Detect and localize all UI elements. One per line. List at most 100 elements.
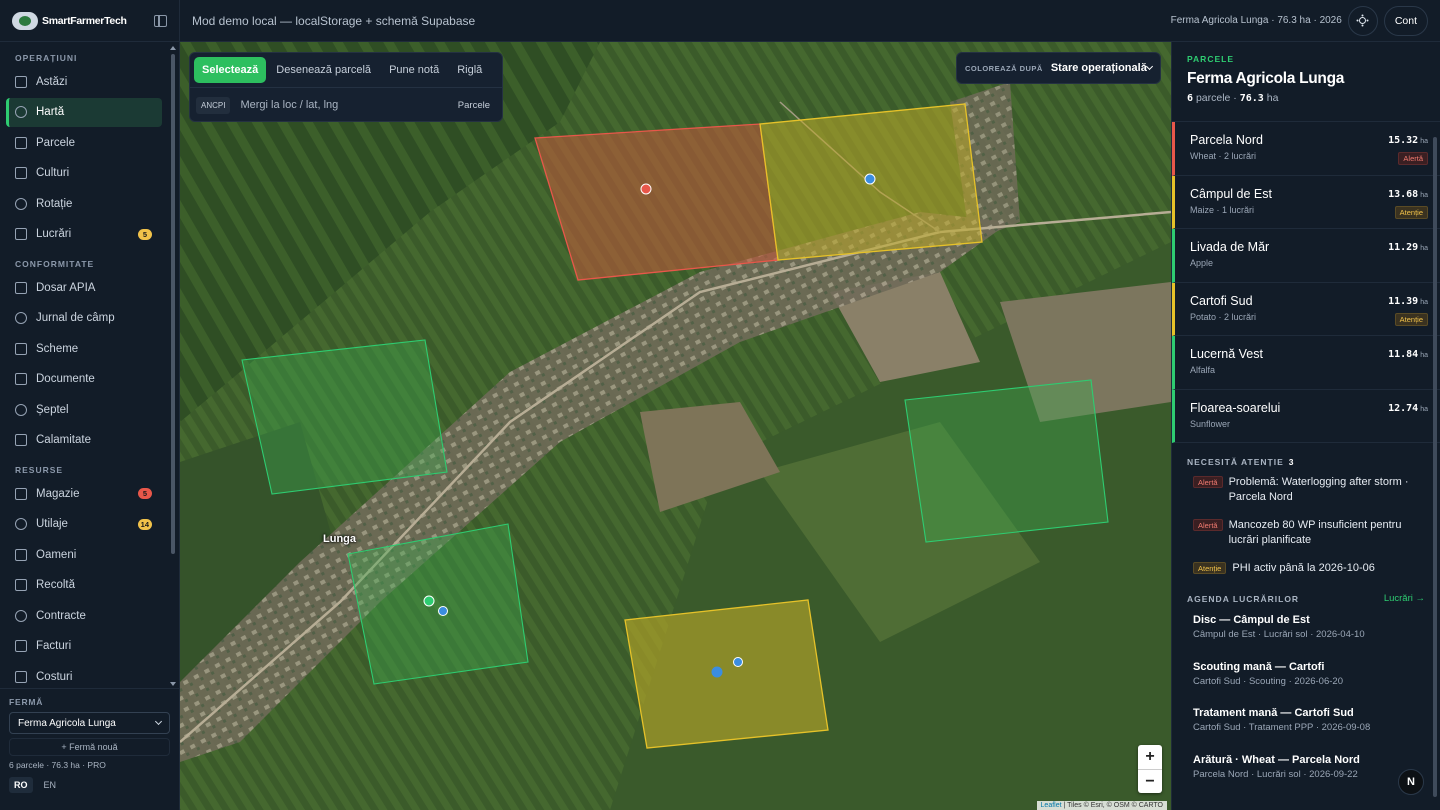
sidebar-item-coins[interactable]: Costuri bbox=[6, 662, 162, 686]
attention-item[interactable]: Alertă Problemă: Waterlogging after storm… bbox=[1172, 475, 1440, 505]
lang-en-button[interactable]: EN bbox=[39, 777, 62, 793]
tool-add-note-button[interactable]: Pune notă bbox=[381, 57, 447, 83]
map-view[interactable]: Selectează Desenează parcelă Pune notă R… bbox=[180, 42, 1171, 810]
zoom-in-button[interactable]: + bbox=[1138, 745, 1162, 769]
zoom-out-button[interactable]: − bbox=[1138, 769, 1162, 793]
sidebar-item-map[interactable]: Hartă bbox=[6, 97, 162, 127]
attention-item[interactable]: Atenție PHI activ până la 2026-10-06 bbox=[1172, 561, 1440, 576]
agenda-item-subtitle: Cartofi Sud · Tratament PPP · 2026-09-08 bbox=[1193, 722, 1371, 733]
status-badge: Atenție bbox=[1193, 562, 1227, 574]
sidebar-item-label: Contracte bbox=[36, 609, 86, 622]
farm-stats: 6 parcele · 76.3 ha · PRO bbox=[9, 760, 106, 770]
parcel-card[interactable]: Cartofi Sud Potato · 2 lucrări 11.39 ha Aten… bbox=[1172, 282, 1440, 336]
tool-ruler-button[interactable]: Riglă bbox=[449, 57, 490, 83]
parcel-area-value: 12.74 bbox=[1388, 402, 1419, 414]
note-marker[interactable] bbox=[438, 606, 448, 616]
sidebar-nav: OPERAȚIUNI Astăzi Hartă Parcele Culturi Rotaț… bbox=[0, 44, 168, 686]
sidebar-item-file[interactable]: Dosar APIA bbox=[6, 273, 162, 303]
sidebar-item-label: Recoltă bbox=[36, 579, 75, 592]
coins-icon bbox=[15, 670, 27, 683]
parcel-card[interactable]: Câmpul de Est Maize · 1 lucrări 13.68 ha Ate… bbox=[1172, 175, 1440, 229]
sidebar-item-sprout[interactable]: Culturi bbox=[6, 159, 162, 189]
map-attribution: Leaflet | Tiles © Esri, © OSM © CARTO bbox=[1036, 801, 1167, 810]
tool-row: Selectează Desenează parcelă Pune notă R… bbox=[190, 53, 502, 87]
parcel-card[interactable]: Parcela Nord Wheat · 2 lucrări 15.32 ha Aler… bbox=[1172, 122, 1440, 176]
parcel-card[interactable]: Floarea-soarelui Sunflower 12.74 ha bbox=[1172, 389, 1440, 443]
new-farm-button[interactable]: + Fermă nouă bbox=[9, 738, 170, 756]
theme-toggle-button[interactable] bbox=[1347, 5, 1378, 36]
sidebar-item-list[interactable]: Scheme bbox=[6, 334, 162, 364]
satellite-map[interactable] bbox=[180, 42, 1171, 810]
sidebar-item-cow[interactable]: Șeptel bbox=[6, 395, 162, 425]
tool-draw-parcel-button[interactable]: Desenează parcelă bbox=[268, 57, 379, 83]
sidebar-scrollbar[interactable] bbox=[169, 44, 177, 688]
leaflet-link[interactable]: Leaflet bbox=[1041, 802, 1062, 809]
agenda-section-title: AGENDA LUCRĂRILOR Lucrări → bbox=[1172, 589, 1440, 612]
scroll-up-icon[interactable] bbox=[170, 46, 176, 50]
tool-select-button[interactable]: Selectează bbox=[194, 57, 267, 83]
wheat-icon bbox=[15, 579, 27, 592]
note-marker[interactable] bbox=[864, 173, 876, 185]
sidebar-item-tractor[interactable]: Utilaje 14 bbox=[6, 510, 162, 540]
chevron-down-icon bbox=[154, 717, 163, 726]
parcel-subtitle: Sunflower bbox=[1190, 418, 1231, 429]
sidebar-item-warehouse[interactable]: Magazie 5 bbox=[6, 479, 162, 509]
account-button[interactable]: Cont bbox=[1383, 5, 1428, 36]
note-marker[interactable] bbox=[733, 657, 743, 667]
user-avatar[interactable]: N bbox=[1398, 769, 1424, 795]
scroll-down-icon[interactable] bbox=[170, 682, 176, 686]
count-badge: 14 bbox=[137, 518, 152, 530]
sidebar-item-layers[interactable]: Parcele bbox=[6, 128, 162, 158]
status-badge: Alertă bbox=[1193, 519, 1223, 531]
sidebar: SmartFarmerTech OPERAȚIUNI Astăzi Hartă Par… bbox=[0, 0, 180, 810]
sidebar-item-invoice[interactable]: Facturi bbox=[6, 632, 162, 662]
parcel-card[interactable]: Lucernă Vest Alfalfa 11.84 ha bbox=[1172, 336, 1440, 390]
nav-section-title: CONFORMITATE bbox=[15, 259, 95, 269]
nav-section-title: OPERAȚIUNI bbox=[15, 53, 78, 63]
rotate-icon bbox=[15, 197, 27, 210]
color-by-select[interactable]: COLOREAZĂ DUPĂ Stare operațională bbox=[956, 52, 1161, 84]
goto-location-input[interactable]: Mergi la loc / lat, lng bbox=[240, 99, 457, 111]
panel-kicker: PARCELE bbox=[1187, 54, 1234, 64]
count-badge: 5 bbox=[138, 488, 152, 500]
sidebar-item-warning[interactable]: Calamitate bbox=[6, 426, 162, 456]
parcel-polygon-cartofi-sud[interactable] bbox=[624, 599, 829, 749]
sidebar-item-clipboard[interactable]: Lucrări 5 bbox=[6, 220, 162, 250]
sidebar-item-users[interactable]: Oameni bbox=[6, 540, 162, 570]
sidebar-item-wheat[interactable]: Recoltă bbox=[6, 571, 162, 601]
ancpi-button[interactable]: ANCPI bbox=[196, 96, 231, 114]
lang-ro-button[interactable]: RO bbox=[9, 777, 33, 793]
parcels-layer-button[interactable]: Parcele bbox=[458, 100, 490, 111]
attention-count: 3 bbox=[1288, 457, 1295, 467]
sidebar-item-contract[interactable]: Contracte bbox=[6, 601, 162, 631]
agenda-item[interactable]: Disc — Câmpul de Est Câmpul de Est · Lucr… bbox=[1172, 612, 1440, 659]
attention-item[interactable]: Alertă Mancozeb 80 WP insuficient pentru … bbox=[1172, 518, 1440, 548]
agenda-item[interactable]: Scouting mană — Cartofi Cartofi Sud · Sco… bbox=[1172, 659, 1440, 706]
note-marker[interactable] bbox=[711, 666, 723, 678]
agenda-item[interactable]: Tratament mană — Cartofi Sud Cartofi Sud … bbox=[1172, 705, 1440, 752]
total-area: 76.3 bbox=[1239, 93, 1264, 104]
agenda-item-title: Disc — Câmpul de Est bbox=[1193, 614, 1310, 626]
sidebar-item-document[interactable]: Documente bbox=[6, 365, 162, 395]
status-badge: Atenție bbox=[1394, 312, 1428, 326]
parcel-polygon-lucerna-vest[interactable] bbox=[241, 339, 448, 495]
sidebar-item-sun[interactable]: Astăzi bbox=[6, 67, 162, 97]
parcel-card[interactable]: Livada de Măr Apple 11.29 ha bbox=[1172, 229, 1440, 283]
sidebar-scroll-thumb[interactable] bbox=[171, 54, 175, 554]
note-marker[interactable] bbox=[640, 183, 652, 195]
sidebar-collapse-icon[interactable] bbox=[154, 14, 167, 27]
note-marker[interactable] bbox=[423, 595, 435, 607]
sidebar-item-label: Lucrări bbox=[36, 228, 72, 241]
parcel-area-value: 15.32 bbox=[1388, 135, 1419, 146]
sidebar-item-rotate[interactable]: Rotație bbox=[6, 189, 162, 219]
parcel-area: 12.74 ha bbox=[1388, 403, 1428, 414]
panel-farm-name: Ferma Agricola Lunga bbox=[1187, 70, 1345, 87]
mode-banner: Mod demo local — localStorage + schemă S… bbox=[192, 13, 476, 28]
agenda-link[interactable]: Lucrări → bbox=[1384, 593, 1425, 604]
farm-select[interactable]: Ferma Agricola Lunga bbox=[9, 712, 170, 734]
agenda-title: AGENDA LUCRĂRILOR bbox=[1187, 593, 1300, 604]
panel-scrollbar[interactable] bbox=[1433, 137, 1437, 797]
sidebar-item-book[interactable]: Jurnal de câmp bbox=[6, 304, 162, 334]
parcel-polygon-parcela-nord[interactable] bbox=[534, 123, 779, 281]
parcel-polygon-floarea-soarelui[interactable] bbox=[904, 379, 1109, 543]
